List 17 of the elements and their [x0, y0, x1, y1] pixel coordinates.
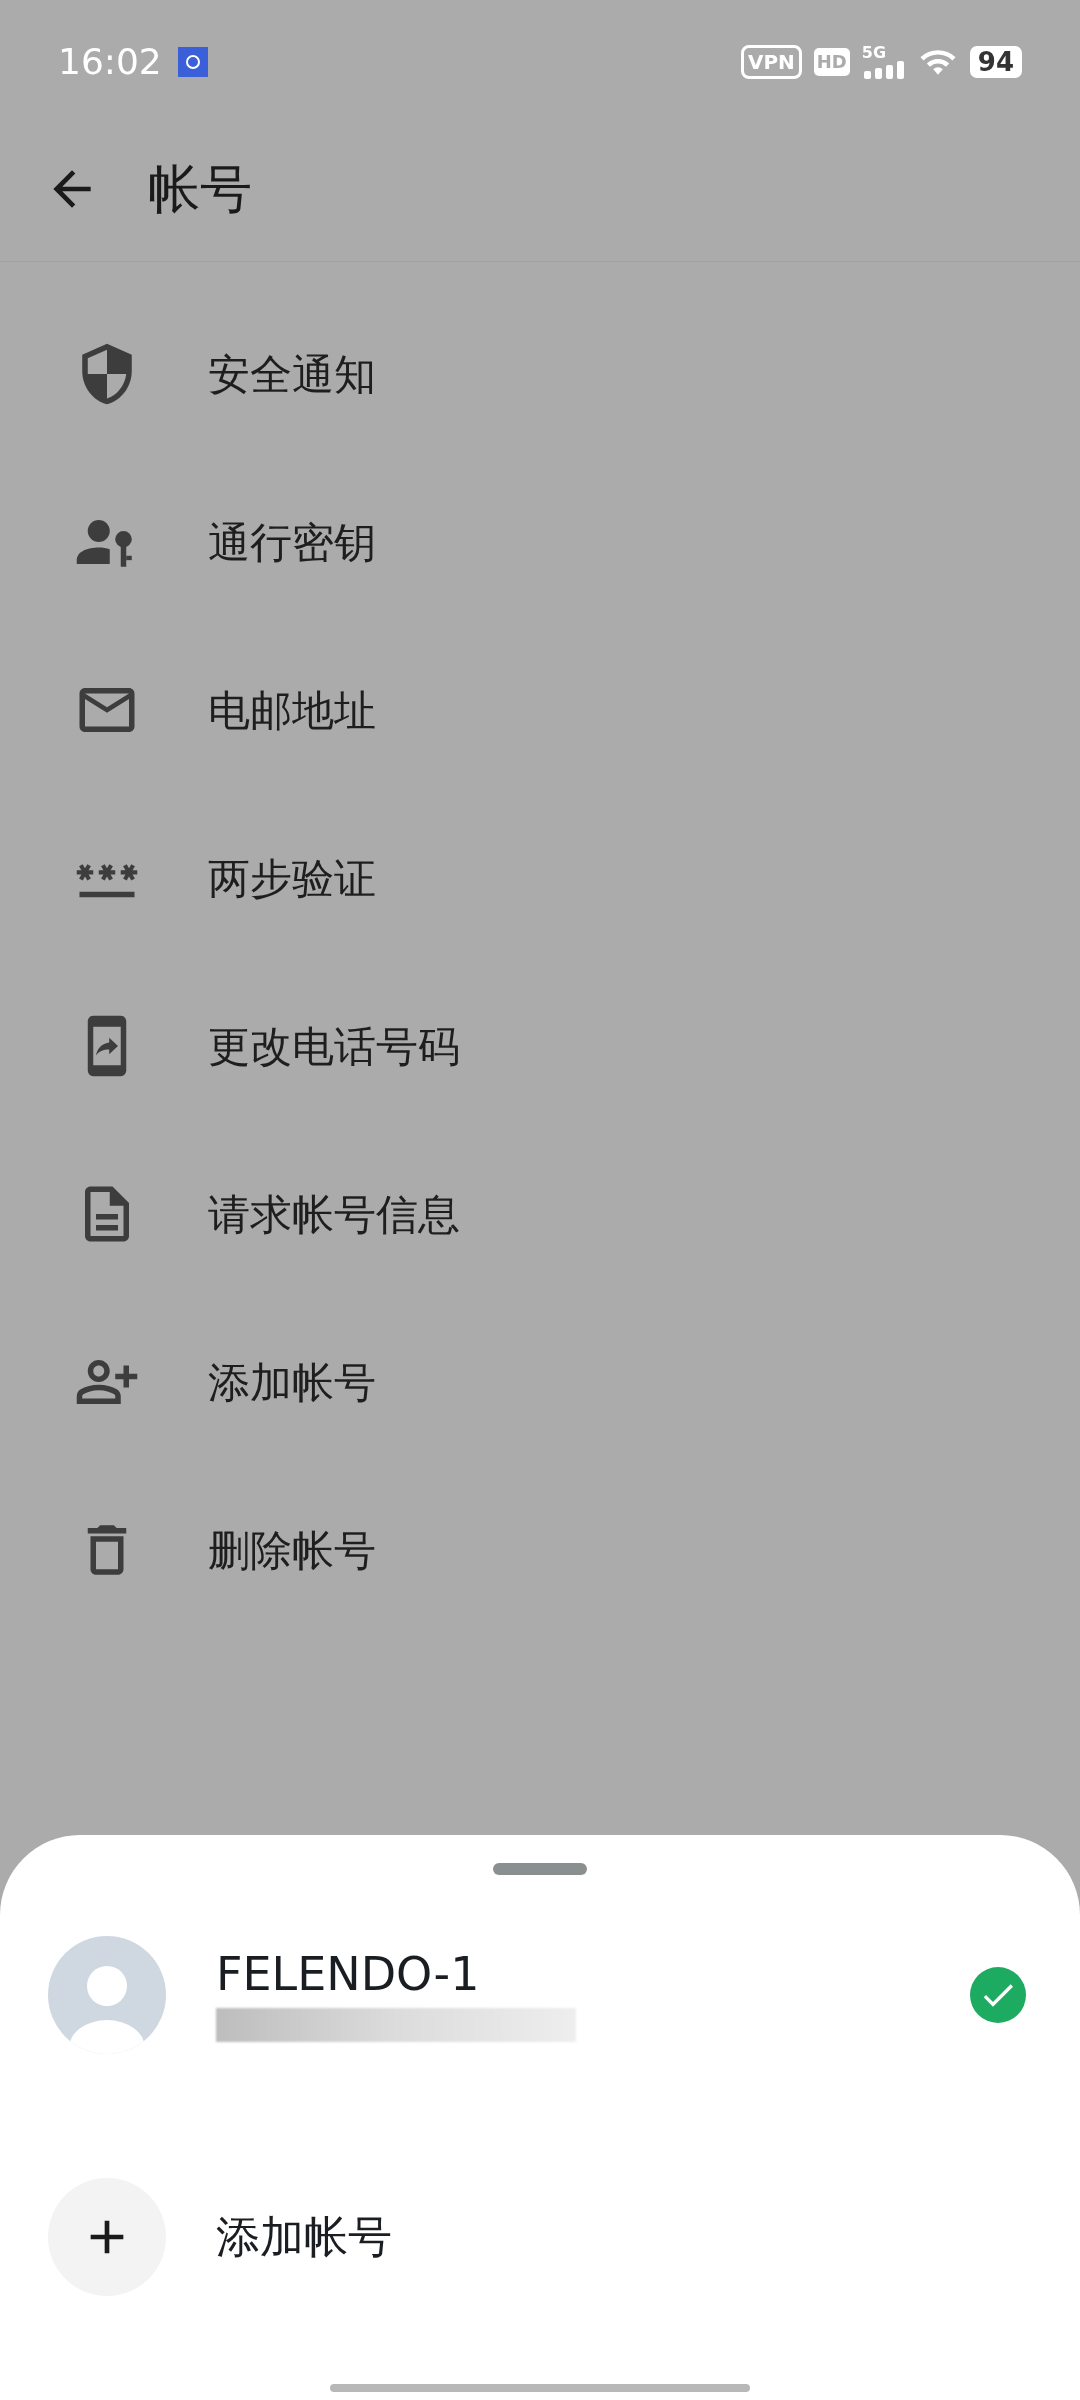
settings-item[interactable]: 请求帐号信息	[0, 1130, 1080, 1298]
battery-indicator: 94	[969, 46, 1022, 78]
settings-item[interactable]: 电邮地址	[0, 626, 1080, 794]
network-type: 5G	[861, 45, 887, 61]
account-name: FELENDO-1	[216, 1948, 481, 2000]
settings-item[interactable]: 添加帐号	[0, 1298, 1080, 1466]
account-row[interactable]: FELENDO-1	[0, 1935, 1080, 2055]
status-time: 16:02	[58, 40, 162, 84]
settings-item[interactable]: 两步验证	[0, 794, 1080, 962]
settings-item[interactable]: 删除帐号	[0, 1466, 1080, 1634]
add-account-item[interactable]: 添加帐号	[0, 2177, 1080, 2297]
page-title: 帐号	[148, 157, 252, 221]
settings-item[interactable]: 更改电话号码	[0, 962, 1080, 1130]
vpn-indicator: VPN	[740, 45, 802, 79]
hd-indicator: HD	[813, 48, 850, 76]
settings-item[interactable]: 通行密钥	[0, 458, 1080, 626]
settings-item[interactable]: 安全通知	[0, 290, 1080, 458]
